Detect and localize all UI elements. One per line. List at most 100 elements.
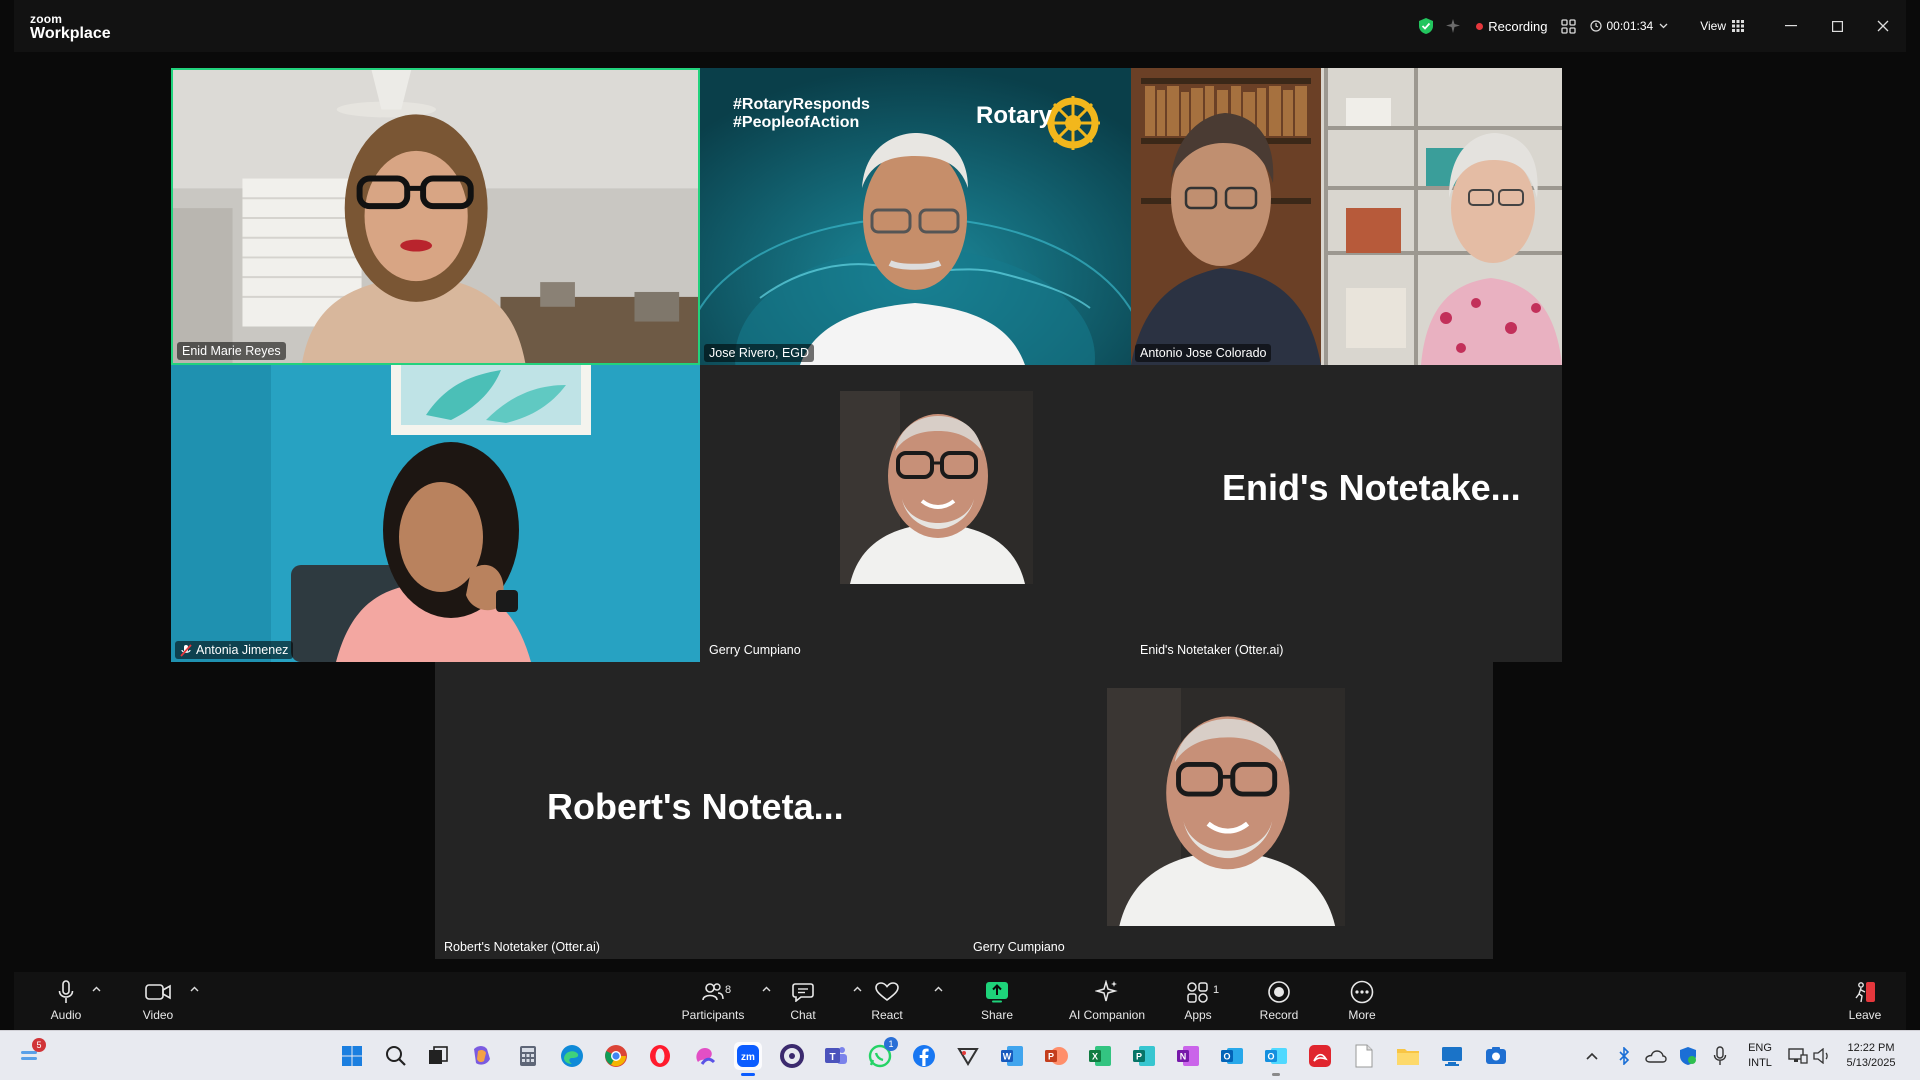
excel-icon[interactable]: X [1086, 1042, 1114, 1070]
video-tile-roberts-notetaker[interactable]: Robert's Noteta... Robert's Notetaker (O… [435, 662, 964, 959]
meeting-toolbar: Audio Video Participants 8 Chat React Sh… [14, 972, 1906, 1030]
participant-name: Jose Rivero, EGD [709, 346, 810, 360]
outlook-new-icon[interactable]: O [1262, 1042, 1290, 1076]
clock-icon [1590, 20, 1603, 32]
outlook-icon[interactable]: O [1218, 1042, 1246, 1070]
svg-text:O: O [1223, 1052, 1230, 1062]
arc-app-icon[interactable] [690, 1042, 718, 1070]
react-button[interactable]: React [847, 978, 927, 1022]
calculator-icon[interactable] [514, 1042, 542, 1070]
view-button[interactable]: View [1700, 19, 1744, 33]
volume-icon[interactable] [1808, 1042, 1836, 1070]
teams-icon[interactable]: T [822, 1042, 850, 1070]
search-icon[interactable] [382, 1042, 410, 1070]
participant-name: Enid Marie Reyes [182, 344, 281, 358]
whatsapp-icon[interactable]: 1 [866, 1037, 898, 1070]
camera-app-icon[interactable] [1482, 1042, 1510, 1070]
ai-companion-button[interactable]: AI Companion [1052, 978, 1162, 1022]
video-tile-enid-marie-reyes[interactable]: Enid Marie Reyes [171, 68, 700, 365]
participants-icon [702, 983, 724, 1001]
input-language-indicator[interactable]: ENG INTL [1744, 1041, 1776, 1071]
participant-video [173, 70, 698, 363]
participant-avatar [840, 391, 1033, 584]
ai-sparkle-icon[interactable] [1446, 18, 1462, 34]
participant-name: Enid's Notetaker (Otter.ai) [1140, 643, 1284, 657]
remote-desktop-icon[interactable] [1438, 1042, 1466, 1070]
participants-label: Participants [681, 1008, 745, 1022]
svg-text:zm: zm [741, 1052, 755, 1063]
meeting-timer[interactable]: 00:01:34 [1590, 19, 1672, 33]
svg-text:P: P [1136, 1052, 1142, 1062]
encryption-shield-icon[interactable] [1418, 17, 1434, 35]
participant-placeholder-name: Enid's Notetake... [1222, 467, 1521, 508]
record-button[interactable]: Record [1239, 978, 1319, 1022]
participant-name: Gerry Cumpiano [973, 940, 1065, 954]
zoom-taskbar-icon[interactable]: zm [734, 1042, 762, 1076]
security-shield-tray-icon[interactable] [1674, 1042, 1702, 1070]
task-view-icon[interactable] [424, 1042, 452, 1070]
keyboard-layout: INTL [1748, 1057, 1772, 1069]
close-icon [1877, 20, 1889, 32]
onedrive-icon[interactable] [1642, 1042, 1670, 1070]
app-brand: zoom Workplace [30, 13, 111, 42]
video-tile-jose-rivero[interactable]: #RotaryResponds #PeopleofAction Rotary J… [700, 68, 1131, 365]
video-tile-enids-notetaker[interactable]: Enid's Notetake... Enid's Notetaker (Ott… [1131, 365, 1562, 662]
notification-center-icon[interactable]: 5 [16, 1038, 46, 1070]
share-screen-icon [986, 982, 1008, 1003]
video-tile-gerry-cumpiano-2[interactable]: Gerry Cumpiano [964, 662, 1493, 959]
close-button[interactable] [1860, 0, 1906, 52]
facebook-icon[interactable] [910, 1042, 938, 1070]
audio-label: Audio [50, 1008, 82, 1022]
brand-zoom: zoom [30, 12, 63, 26]
bluetooth-icon[interactable] [1610, 1042, 1638, 1070]
maximize-button[interactable] [1814, 0, 1860, 52]
video-gallery: Enid Marie Reyes #RotaryResponds #People… [14, 52, 1906, 972]
file-explorer-icon[interactable] [1394, 1042, 1422, 1070]
copilot-icon[interactable] [468, 1042, 496, 1070]
audio-options-chevron-up-icon[interactable] [92, 986, 101, 992]
word-icon[interactable]: W [998, 1042, 1026, 1070]
tray-overflow-chevron-up-icon[interactable] [1578, 1042, 1606, 1070]
windows-taskbar: 5 zm T 1 W P X P N O O ENG INTL 12:22 PM… [0, 1030, 1920, 1080]
svg-text:O: O [1267, 1052, 1274, 1062]
participant-video [1131, 68, 1562, 365]
onenote-icon[interactable]: N [1174, 1042, 1202, 1070]
chat-button[interactable]: Chat [763, 978, 843, 1022]
edge-browser-icon[interactable] [558, 1042, 586, 1070]
svg-text:T: T [829, 1052, 835, 1063]
opera-browser-icon[interactable] [646, 1042, 674, 1070]
recording-indicator[interactable]: Recording [1476, 19, 1547, 34]
participant-video [171, 365, 700, 662]
participant-placeholder-name: Robert's Noteta... [547, 786, 844, 827]
tray-microphone-icon[interactable] [1706, 1042, 1734, 1070]
snipping-tool-icon[interactable] [954, 1042, 982, 1070]
audio-button[interactable]: Audio [26, 978, 106, 1022]
meeting-info-grid-icon[interactable] [1561, 18, 1577, 34]
acrobat-icon[interactable] [1306, 1042, 1334, 1070]
video-options-chevron-up-icon[interactable] [190, 986, 199, 992]
notepad-icon[interactable] [1350, 1042, 1378, 1070]
heart-react-icon [875, 982, 899, 1002]
participants-button[interactable]: Participants 8 [673, 978, 753, 1022]
clock-time: 12:22 PM [1847, 1042, 1895, 1054]
video-tile-antonia-jimenez[interactable]: Antonia Jimenez [171, 365, 700, 662]
publisher-icon[interactable]: P [1130, 1042, 1158, 1070]
minimize-button[interactable] [1768, 0, 1814, 52]
brand-workplace: Workplace [30, 25, 111, 42]
video-tile-gerry-cumpiano[interactable]: Gerry Cumpiano [700, 365, 1131, 662]
video-button[interactable]: Video [118, 978, 198, 1022]
powerpoint-icon[interactable]: P [1042, 1042, 1070, 1070]
ai-companion-sparkle-icon [1095, 980, 1118, 1002]
system-clock[interactable]: 12:22 PM 5/13/2025 [1836, 1041, 1906, 1071]
chrome-browser-icon[interactable] [602, 1042, 630, 1070]
apps-button[interactable]: Apps 1 [1158, 978, 1238, 1022]
video-tile-antonio-jose-colorado[interactable]: Antonio Jose Colorado [1131, 68, 1562, 365]
react-options-chevron-up-icon[interactable] [934, 986, 943, 992]
grid-view-icon [1732, 20, 1744, 32]
whatsapp-badge: 1 [884, 1037, 898, 1051]
more-button[interactable]: More [1322, 978, 1402, 1022]
leave-button[interactable]: Leave [1825, 978, 1905, 1022]
windows-start-icon[interactable] [338, 1042, 366, 1070]
share-button[interactable]: Share [957, 978, 1037, 1022]
omnissa-app-icon[interactable] [778, 1042, 806, 1070]
